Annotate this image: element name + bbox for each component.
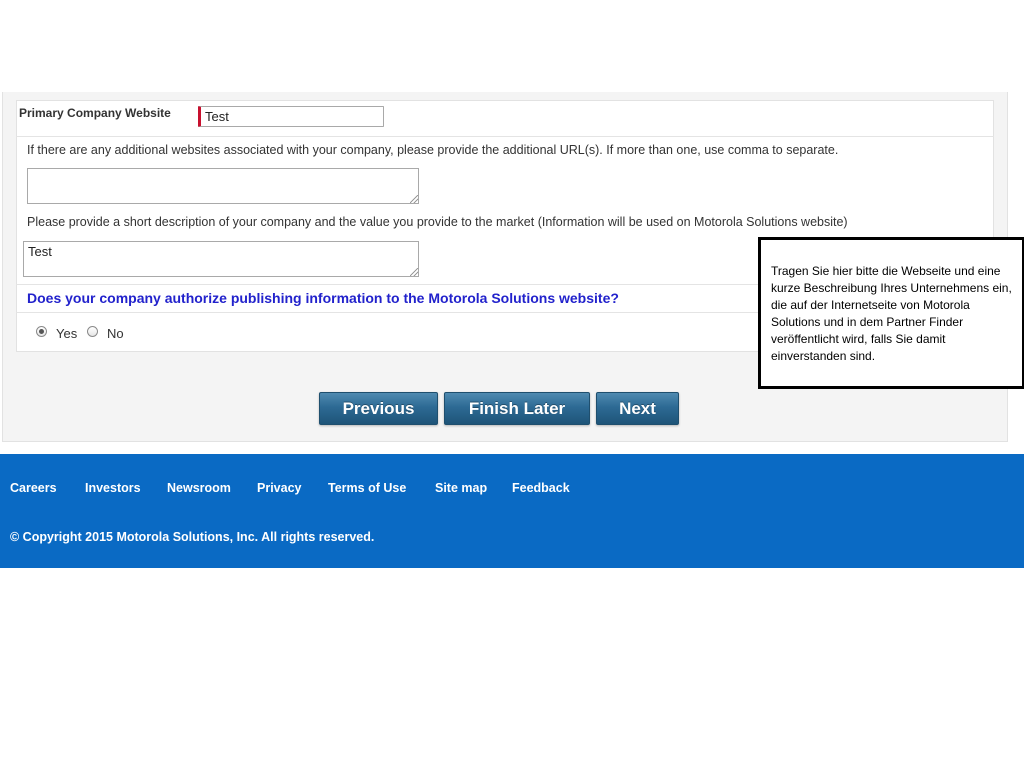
previous-button[interactable]: Previous [319, 392, 438, 425]
authorize-no-label[interactable]: No [107, 326, 124, 341]
footer-link-investors[interactable]: Investors [85, 481, 141, 495]
footer-link-sitemap[interactable]: Site map [435, 481, 487, 495]
authorize-no-radio[interactable] [87, 326, 98, 337]
additional-urls-textarea[interactable] [27, 168, 419, 204]
resize-grip-icon[interactable] [410, 268, 418, 276]
row-divider [16, 136, 994, 137]
footer-link-terms[interactable]: Terms of Use [328, 481, 406, 495]
authorize-yes-label[interactable]: Yes [56, 326, 77, 341]
finish-later-button[interactable]: Finish Later [444, 392, 590, 425]
site-footer: Careers Investors Newsroom Privacy Terms… [0, 454, 1024, 568]
annotation-callout: Tragen Sie hier bitte die Webseite und e… [758, 237, 1024, 389]
website-input[interactable] [198, 106, 384, 127]
footer-link-feedback[interactable]: Feedback [512, 481, 570, 495]
description-label: Please provide a short description of yo… [27, 215, 848, 229]
annotation-text: Tragen Sie hier bitte die Webseite und e… [771, 264, 1012, 363]
footer-link-privacy[interactable]: Privacy [257, 481, 301, 495]
footer-link-careers[interactable]: Careers [10, 481, 57, 495]
next-button[interactable]: Next [596, 392, 679, 425]
footer-link-newsroom[interactable]: Newsroom [167, 481, 231, 495]
authorize-yes-radio[interactable] [36, 326, 47, 337]
description-textarea[interactable]: Test [23, 241, 419, 277]
copyright-text: © Copyright 2015 Motorola Solutions, Inc… [10, 530, 375, 544]
additional-urls-label: If there are any additional websites ass… [27, 143, 839, 157]
resize-grip-icon[interactable] [410, 195, 418, 203]
authorize-question: Does your company authorize publishing i… [27, 290, 619, 306]
website-label: Primary Company Website [19, 106, 171, 120]
